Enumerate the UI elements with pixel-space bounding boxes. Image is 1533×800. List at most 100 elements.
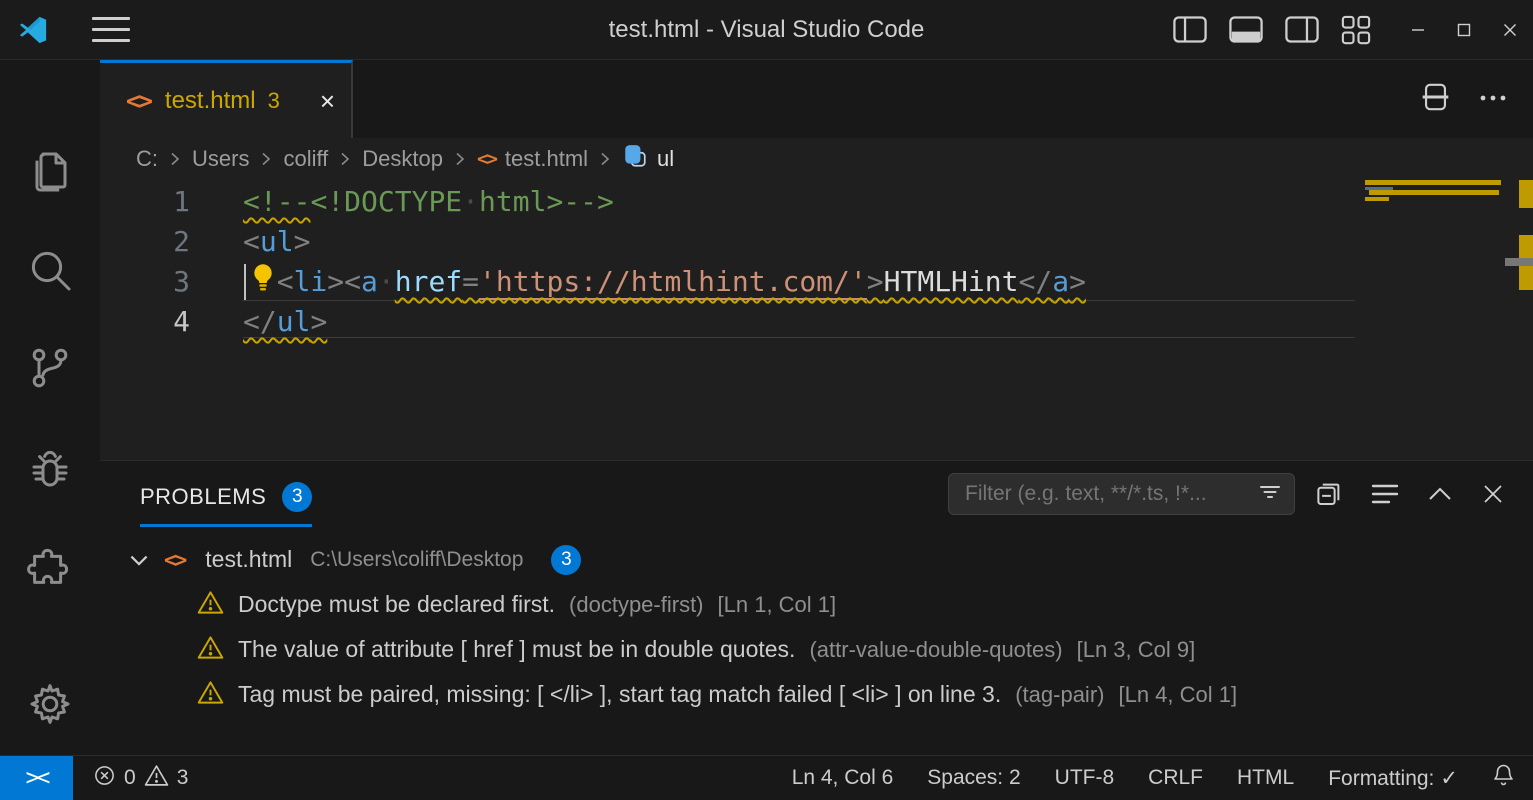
notifications-bell-icon[interactable] — [1492, 763, 1515, 793]
code-line[interactable]: <li><a·href='https://htmlhint.com/'>HTML… — [243, 262, 1086, 302]
code-line[interactable]: </ul> — [243, 302, 327, 342]
warning-icon — [144, 764, 169, 793]
tab-test-html[interactable]: <> test.html 3 × — [100, 60, 353, 138]
settings-gear-icon[interactable] — [0, 680, 100, 728]
tab-problem-count: 3 — [268, 88, 280, 114]
breadcrumb-coliff[interactable]: coliff — [283, 146, 328, 172]
text-cursor — [244, 264, 246, 300]
chevron-right-icon — [597, 151, 613, 167]
error-count: 0 — [124, 766, 136, 790]
warning-icon — [197, 635, 224, 665]
chevron-right-icon — [258, 151, 274, 167]
overview-ruler[interactable] — [1516, 180, 1533, 460]
breadcrumb: C: Users coliff Desktop <> test.html ul — [100, 138, 1533, 180]
run-debug-icon[interactable] — [0, 446, 100, 494]
activity-bar — [0, 60, 100, 755]
collapse-all-icon[interactable] — [1315, 479, 1343, 509]
problem-source: (attr-value-double-quotes) — [809, 637, 1062, 663]
status-bar: >< 0 3 Ln 4, Col 6 Spaces: 2 UTF-8 CRLF … — [0, 755, 1533, 800]
current-line-highlight — [243, 300, 1355, 338]
extensions-icon[interactable] — [0, 544, 100, 592]
breadcrumb-desktop[interactable]: Desktop — [362, 146, 443, 172]
symbol-element-icon — [622, 143, 648, 175]
problem-location: [Ln 3, Col 9] — [1077, 637, 1196, 663]
minimap[interactable] — [1363, 180, 1503, 460]
error-icon — [93, 764, 116, 793]
problems-status[interactable]: 0 3 — [93, 764, 188, 793]
menu-icon[interactable] — [92, 17, 130, 42]
code-line[interactable]: <ul> — [243, 222, 310, 262]
cursor-position[interactable]: Ln 4, Col 6 — [792, 766, 894, 790]
chevron-right-icon — [337, 151, 353, 167]
problems-panel: PROBLEMS 3 — [100, 460, 1533, 755]
html-file-icon: <> — [477, 148, 496, 170]
language-mode[interactable]: HTML — [1237, 766, 1294, 790]
lightbulb-icon[interactable] — [250, 263, 276, 297]
close-window-button[interactable] — [1487, 0, 1533, 60]
breadcrumb-drive[interactable]: C: — [136, 146, 158, 172]
more-actions-icon[interactable] — [1479, 90, 1507, 108]
line-number: 1 — [100, 182, 190, 222]
problem-row[interactable]: Doctype must be declared first. (doctype… — [100, 582, 1533, 627]
filter-input[interactable] — [963, 481, 1258, 507]
filter-icon[interactable] — [1258, 480, 1282, 509]
toggle-panel-icon[interactable] — [1229, 16, 1263, 43]
split-editor-icon[interactable] — [1422, 82, 1449, 117]
problem-message: Tag must be paired, missing: [ </li> ], … — [238, 681, 1001, 708]
editor-region: <> test.html 3 × C: Users — [100, 60, 1533, 755]
explorer-icon[interactable] — [0, 147, 100, 195]
warning-icon — [197, 590, 224, 620]
problems-tab-label: PROBLEMS — [140, 484, 266, 510]
breadcrumb-users[interactable]: Users — [192, 146, 249, 172]
search-icon[interactable] — [0, 246, 100, 294]
panel-header: PROBLEMS 3 — [100, 461, 1533, 527]
problems-list: <> test.html C:\Users\coliff\Desktop 3 D… — [100, 527, 1533, 755]
problems-count-badge: 3 — [282, 482, 312, 512]
customize-layout-icon[interactable] — [1341, 15, 1371, 45]
chevron-down-icon[interactable] — [128, 549, 150, 571]
problem-message: The value of attribute [ href ] must be … — [238, 636, 795, 663]
formatting-status[interactable]: Formatting:✓ — [1328, 766, 1458, 791]
problem-message: Doctype must be declared first. — [238, 591, 555, 618]
toggle-primary-sidebar-icon[interactable] — [1173, 16, 1207, 43]
close-panel-icon[interactable] — [1481, 482, 1505, 506]
tab-bar: <> test.html 3 × — [100, 60, 1533, 138]
tab-close-icon[interactable]: × — [320, 88, 335, 114]
remote-indicator[interactable]: >< — [0, 756, 73, 800]
minimize-button[interactable] — [1395, 0, 1441, 60]
check-icon: ✓ — [1440, 767, 1458, 790]
breadcrumb-symbol[interactable]: ul — [657, 146, 674, 172]
vscode-logo-icon — [18, 15, 48, 45]
problems-filter[interactable] — [948, 473, 1295, 515]
warning-count: 3 — [177, 766, 189, 790]
chevron-right-icon — [167, 151, 183, 167]
source-control-icon[interactable] — [0, 344, 100, 392]
toggle-secondary-sidebar-icon[interactable] — [1285, 16, 1319, 43]
problems-file-row[interactable]: <> test.html C:\Users\coliff\Desktop 3 — [100, 537, 1533, 582]
problem-location: [Ln 4, Col 1] — [1118, 682, 1237, 708]
code-editor[interactable]: 1234 <!--<!DOCTYPE·html>--><ul> <li><a·h… — [100, 180, 1533, 460]
tab-problems[interactable]: PROBLEMS 3 — [140, 461, 312, 527]
maximize-button[interactable] — [1441, 0, 1487, 60]
eol-sequence[interactable]: CRLF — [1148, 766, 1203, 790]
problem-location: [Ln 1, Col 1] — [718, 592, 837, 618]
code-line[interactable]: <!--<!DOCTYPE·html>--> — [243, 182, 614, 222]
indentation[interactable]: Spaces: 2 — [927, 766, 1020, 790]
problem-row[interactable]: Tag must be paired, missing: [ </li> ], … — [100, 672, 1533, 717]
problem-row[interactable]: The value of attribute [ href ] must be … — [100, 627, 1533, 672]
line-number: 2 — [100, 222, 190, 262]
html-file-icon: <> — [164, 548, 185, 572]
tab-label: test.html — [165, 87, 256, 115]
maximize-panel-icon[interactable] — [1427, 485, 1453, 503]
problems-file-path: C:\Users\coliff\Desktop — [310, 548, 523, 572]
encoding[interactable]: UTF-8 — [1055, 766, 1115, 790]
problem-source: (doctype-first) — [569, 592, 703, 618]
line-number: 4 — [100, 302, 190, 342]
breadcrumb-file[interactable]: test.html — [505, 146, 588, 172]
view-as-table-icon[interactable] — [1371, 483, 1399, 505]
vscode-window: test.html - Visual Studio Code — [0, 0, 1533, 800]
problems-file-name: test.html — [205, 546, 292, 573]
line-number: 3 — [100, 262, 190, 302]
warning-icon — [197, 680, 224, 710]
problem-source: (tag-pair) — [1015, 682, 1104, 708]
